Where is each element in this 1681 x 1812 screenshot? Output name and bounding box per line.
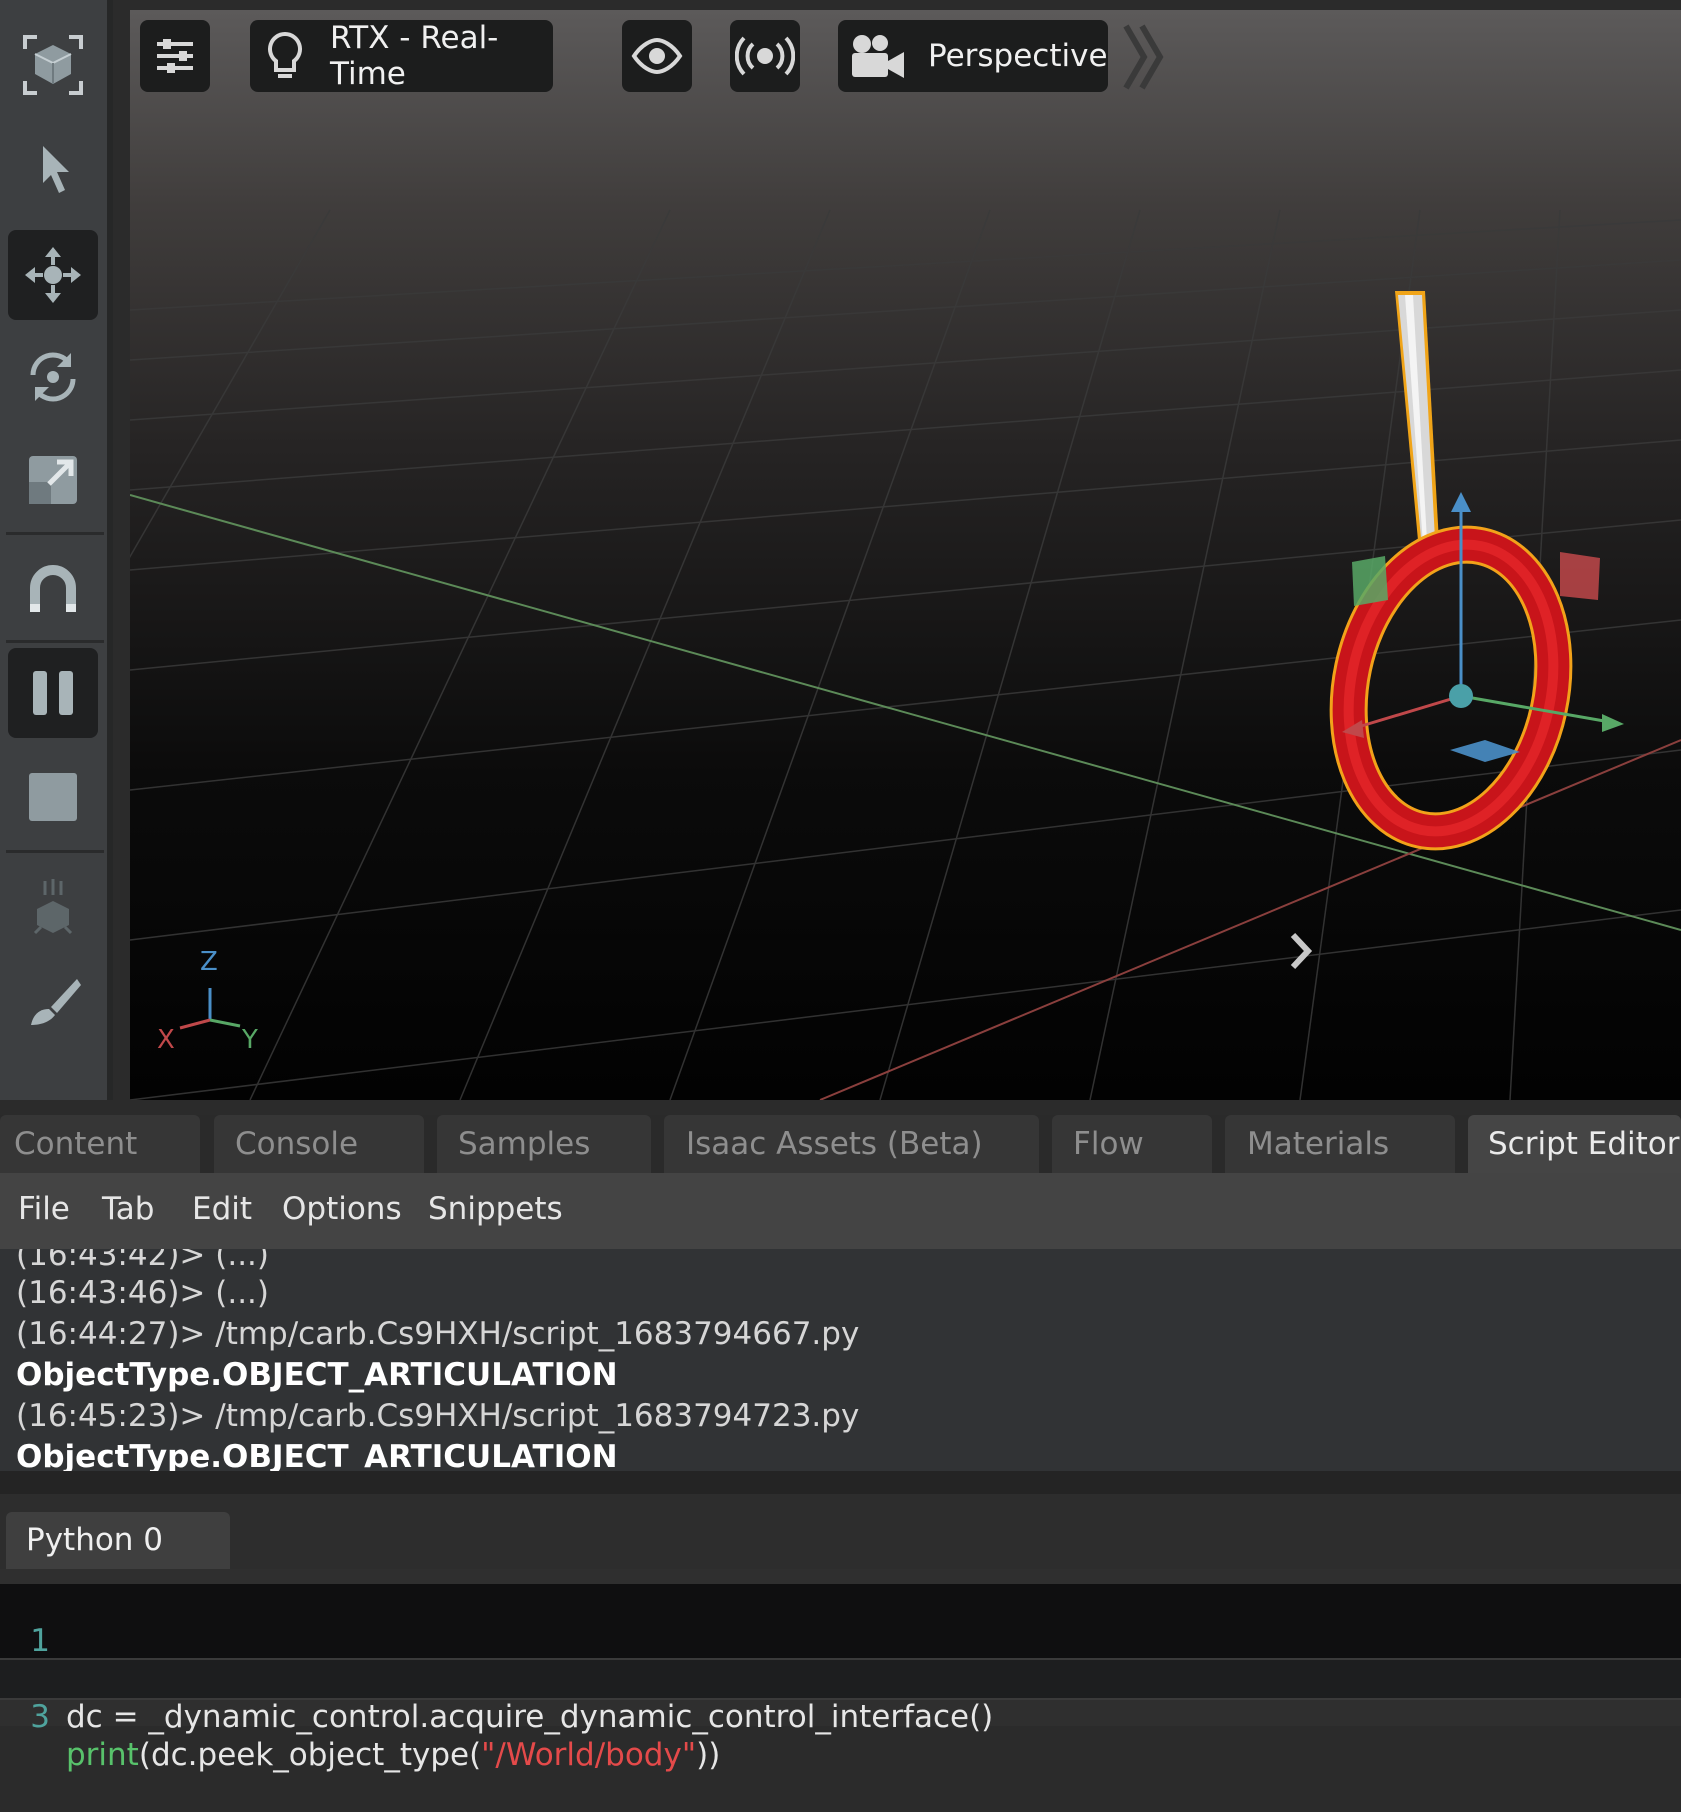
tab-script-editor[interactable]: Script Editor xyxy=(1468,1115,1681,1173)
script-output-log[interactable]: (16:43:42)> (...) (16:43:46)> (...) (16:… xyxy=(0,1249,1681,1471)
viewport-settings-button[interactable] xyxy=(140,20,210,92)
panel-tabs: Content Console Samples Isaac Assets (Be… xyxy=(0,1115,1681,1173)
scene-canvas: Z X Y xyxy=(130,209,1681,1100)
select-arrow-icon[interactable] xyxy=(8,125,98,215)
settings-icon xyxy=(157,39,193,73)
tab-content[interactable]: Content xyxy=(0,1115,200,1173)
code-token-fn: print xyxy=(66,1737,139,1773)
axis-indicator: Z X Y xyxy=(157,947,258,1055)
scale-icon[interactable] xyxy=(8,435,98,525)
code-line-1[interactable]: 1 from omni.isaac.dynamic_control import… xyxy=(0,1584,1681,1697)
panel-splitter[interactable] xyxy=(0,1471,1681,1494)
visibility-button[interactable] xyxy=(622,20,692,92)
code-text: dc = _dynamic_control.acquire_dynamic_co… xyxy=(66,1698,993,1736)
stop-icon[interactable] xyxy=(8,752,98,842)
menu-edit[interactable]: Edit xyxy=(192,1191,252,1227)
code-token: dc = _dynamic_control.acquire_dynamic_co… xyxy=(66,1699,994,1735)
camera-button[interactable]: Perspective xyxy=(838,20,1108,92)
tab-materials[interactable]: Materials xyxy=(1225,1115,1455,1173)
log-line: ObjectType.OBJECT_ARTICULATION xyxy=(16,1439,618,1471)
axis-label-y: Y xyxy=(241,1025,258,1055)
axis-label-z: Z xyxy=(200,947,218,977)
code-token: (dc.peek_object_type( xyxy=(138,1737,482,1773)
eye-icon xyxy=(631,37,683,75)
line-number: 3 xyxy=(30,1699,50,1735)
code-editor[interactable]: 1 from omni.isaac.dynamic_control import… xyxy=(0,1569,1681,1773)
renderer-button[interactable]: RTX - Real-Time xyxy=(250,20,553,92)
broadcast-icon xyxy=(735,36,795,76)
menu-file[interactable]: File xyxy=(18,1191,70,1227)
x-axis-line xyxy=(819,739,1681,1100)
move-icon[interactable] xyxy=(8,230,98,320)
log-line: (16:44:27)> /tmp/carb.Cs9HXH/script_1683… xyxy=(16,1316,860,1352)
log-line: (16:43:42)> (...) xyxy=(16,1249,269,1273)
rotate-icon[interactable] xyxy=(8,332,98,422)
tab-console[interactable]: Console xyxy=(214,1115,424,1173)
expand-toolbar-button[interactable] xyxy=(1122,22,1166,92)
log-line: ObjectType.OBJECT_ARTICULATION xyxy=(16,1357,618,1393)
editor-tab-row: Python 0 xyxy=(0,1494,1681,1569)
pendulum-rod xyxy=(1395,291,1440,562)
code-line-2[interactable]: 2 dc = _dynamic_control.acquire_dynamic_… xyxy=(0,1622,1681,1735)
code-line-3[interactable]: 3 print(dc.peek_object_type("/World/body… xyxy=(0,1658,1681,1773)
collapse-chevron-icon xyxy=(1290,932,1313,970)
code-token-str: "/World/body" xyxy=(481,1737,697,1773)
camera-icon xyxy=(852,35,904,78)
pause-icon[interactable] xyxy=(8,648,98,738)
snap-magnet-icon[interactable] xyxy=(8,545,98,635)
viewport[interactable]: Z X Y RTX - Real-Time Perspective xyxy=(130,10,1681,1100)
tab-flow[interactable]: Flow xyxy=(1052,1115,1212,1173)
log-line: (16:45:23)> /tmp/carb.Cs9HXH/script_1683… xyxy=(16,1398,860,1434)
ground-grid xyxy=(130,209,1681,1100)
tab-python-0[interactable]: Python 0 xyxy=(6,1512,230,1569)
menu-tab[interactable]: Tab xyxy=(102,1191,154,1227)
select-frame-icon[interactable] xyxy=(8,20,98,110)
menu-snippets[interactable]: Snippets xyxy=(428,1191,563,1227)
tab-isaac-assets[interactable]: Isaac Assets (Beta) xyxy=(664,1115,1039,1173)
axis-label-x: X xyxy=(157,1025,175,1055)
broadcast-button[interactable] xyxy=(730,20,800,92)
renderer-label: RTX - Real-Time xyxy=(330,20,499,92)
chevron-right-icon xyxy=(1123,24,1164,90)
code-area[interactable]: 1 from omni.isaac.dynamic_control import… xyxy=(0,1584,1681,1773)
drop-physics-icon[interactable] xyxy=(8,862,98,952)
log-line: (16:43:46)> (...) xyxy=(16,1275,269,1311)
left-toolbar xyxy=(0,0,113,1100)
menu-options[interactable]: Options xyxy=(282,1191,402,1227)
code-token: )) xyxy=(696,1737,721,1773)
paint-brush-icon[interactable] xyxy=(8,960,98,1050)
tab-samples[interactable]: Samples xyxy=(437,1115,651,1173)
lightbulb-icon xyxy=(268,31,302,78)
code-text: print(dc.peek_object_type("/World/body")… xyxy=(66,1736,720,1774)
camera-label: Perspective xyxy=(928,38,1108,74)
script-editor-menubar: File Tab Edit Options Snippets xyxy=(0,1173,1681,1249)
